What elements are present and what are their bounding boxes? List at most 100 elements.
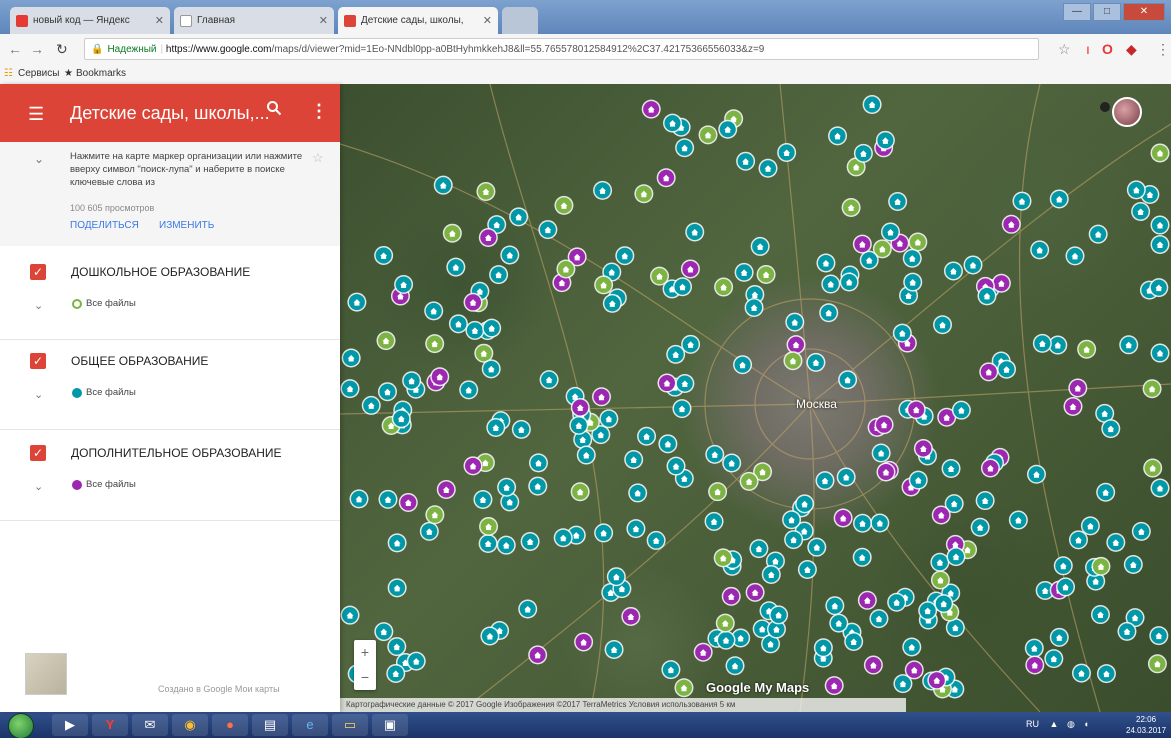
map-marker[interactable] bbox=[902, 248, 922, 268]
close-tab-icon[interactable]: ✕ bbox=[319, 14, 328, 27]
map-marker[interactable] bbox=[1030, 240, 1050, 260]
map-marker[interactable] bbox=[813, 638, 833, 658]
map-marker[interactable] bbox=[1106, 532, 1126, 552]
app-icon[interactable]: ▣ bbox=[372, 714, 408, 736]
map-marker[interactable] bbox=[489, 265, 509, 285]
map-marker[interactable] bbox=[646, 530, 666, 550]
map-marker[interactable] bbox=[930, 570, 950, 590]
map-marker[interactable] bbox=[906, 400, 926, 420]
tray-arrow-icon[interactable]: ▲ bbox=[1050, 719, 1059, 729]
terminal-icon[interactable]: ▤ bbox=[252, 714, 288, 736]
map-marker[interactable] bbox=[520, 531, 540, 551]
map-canvas[interactable]: Москва + − Google My Maps Картографическ… bbox=[340, 84, 1171, 712]
map-marker[interactable] bbox=[433, 175, 453, 195]
zoom-in-button[interactable]: + bbox=[354, 640, 376, 665]
map-marker[interactable] bbox=[1126, 180, 1146, 200]
map-marker[interactable] bbox=[675, 138, 695, 158]
layer-checkbox[interactable]: ✓ bbox=[30, 353, 46, 369]
map-marker[interactable] bbox=[1119, 335, 1139, 355]
map-attribution[interactable]: Картографические данные © 2017 Google Из… bbox=[340, 698, 906, 712]
map-marker[interactable] bbox=[621, 606, 641, 626]
map-marker[interactable] bbox=[424, 301, 444, 321]
map-marker[interactable] bbox=[1068, 378, 1088, 398]
map-marker[interactable] bbox=[783, 351, 803, 371]
map-marker[interactable] bbox=[1149, 626, 1169, 646]
account-avatar[interactable] bbox=[1112, 97, 1142, 127]
map-marker[interactable] bbox=[576, 445, 596, 465]
map-marker[interactable] bbox=[1077, 339, 1097, 359]
map-marker[interactable] bbox=[876, 462, 896, 482]
map-marker[interactable] bbox=[615, 246, 635, 266]
map-marker[interactable] bbox=[1142, 379, 1162, 399]
map-marker[interactable] bbox=[1143, 458, 1163, 478]
map-marker[interactable] bbox=[852, 234, 872, 254]
chevron-down-icon[interactable]: ⌄ bbox=[34, 388, 43, 401]
map-marker[interactable] bbox=[951, 400, 971, 420]
map-marker[interactable] bbox=[1117, 621, 1137, 641]
map-marker[interactable] bbox=[839, 272, 859, 292]
map-marker[interactable] bbox=[626, 519, 646, 539]
forward-icon[interactable]: → bbox=[30, 41, 44, 57]
map-marker[interactable] bbox=[934, 594, 954, 614]
volume-icon[interactable]: ◖ bbox=[1083, 719, 1088, 729]
map-marker[interactable] bbox=[997, 359, 1017, 379]
map-marker[interactable] bbox=[815, 471, 835, 491]
map-marker[interactable] bbox=[725, 656, 745, 676]
minimize-button[interactable]: — bbox=[1063, 3, 1091, 21]
layer-files-label[interactable]: Все файлы bbox=[86, 387, 136, 398]
map-marker[interactable] bbox=[880, 222, 900, 242]
map-marker[interactable] bbox=[377, 382, 397, 402]
mail-icon[interactable]: ✉ bbox=[132, 714, 168, 736]
map-marker[interactable] bbox=[888, 192, 908, 212]
map-marker[interactable] bbox=[1090, 605, 1110, 625]
map-marker[interactable] bbox=[718, 119, 738, 139]
map-marker[interactable] bbox=[672, 399, 692, 419]
map-marker[interactable] bbox=[1008, 510, 1028, 530]
map-marker[interactable] bbox=[463, 456, 483, 476]
zoom-out-button[interactable]: − bbox=[354, 665, 376, 690]
map-marker[interactable] bbox=[1012, 191, 1032, 211]
map-marker[interactable] bbox=[769, 605, 789, 625]
map-marker[interactable] bbox=[1088, 224, 1108, 244]
map-marker[interactable] bbox=[657, 373, 677, 393]
map-marker[interactable] bbox=[786, 335, 806, 355]
map-marker[interactable] bbox=[1150, 215, 1170, 235]
map-marker[interactable] bbox=[374, 622, 394, 642]
extension-red-icon[interactable]: ◆ bbox=[1126, 41, 1137, 58]
search-icon[interactable] bbox=[266, 100, 282, 121]
map-marker[interactable] bbox=[386, 663, 406, 683]
map-marker[interactable] bbox=[419, 521, 439, 541]
map-marker[interactable] bbox=[1071, 663, 1091, 683]
chevron-down-icon[interactable]: ⌄ bbox=[34, 152, 44, 166]
map-marker[interactable] bbox=[852, 547, 872, 567]
start-button[interactable] bbox=[8, 713, 34, 738]
maximize-button[interactable]: □ bbox=[1093, 3, 1121, 21]
map-marker[interactable] bbox=[463, 292, 483, 312]
map-marker[interactable] bbox=[1150, 234, 1170, 254]
map-marker[interactable] bbox=[874, 415, 894, 435]
url-field[interactable]: 🔒 Надежный | https://www.google.com/maps/d… bbox=[84, 38, 1039, 60]
map-marker[interactable] bbox=[459, 380, 479, 400]
map-marker[interactable] bbox=[606, 567, 626, 587]
map-marker[interactable] bbox=[341, 348, 361, 368]
map-marker[interactable] bbox=[714, 277, 734, 297]
reload-icon[interactable]: ↻ bbox=[56, 41, 68, 58]
map-marker[interactable] bbox=[539, 370, 559, 390]
map-marker[interactable] bbox=[402, 371, 422, 391]
layer-checkbox[interactable]: ✓ bbox=[30, 445, 46, 461]
map-marker[interactable] bbox=[511, 419, 531, 439]
map-marker[interactable] bbox=[1053, 556, 1073, 576]
map-marker[interactable] bbox=[340, 605, 360, 625]
folder-icon[interactable]: ▭ bbox=[332, 714, 368, 736]
map-marker[interactable] bbox=[933, 315, 953, 335]
map-marker[interactable] bbox=[869, 609, 889, 629]
map-marker[interactable] bbox=[666, 456, 686, 476]
map-marker[interactable] bbox=[721, 586, 741, 606]
apps-icon[interactable]: ☷ bbox=[4, 68, 13, 79]
map-marker[interactable] bbox=[569, 415, 589, 435]
map-marker[interactable] bbox=[624, 449, 644, 469]
map-marker[interactable] bbox=[739, 471, 759, 491]
tab-main[interactable]: Главная ✕ bbox=[174, 7, 334, 34]
map-marker[interactable] bbox=[782, 510, 802, 530]
map-marker[interactable] bbox=[634, 184, 654, 204]
